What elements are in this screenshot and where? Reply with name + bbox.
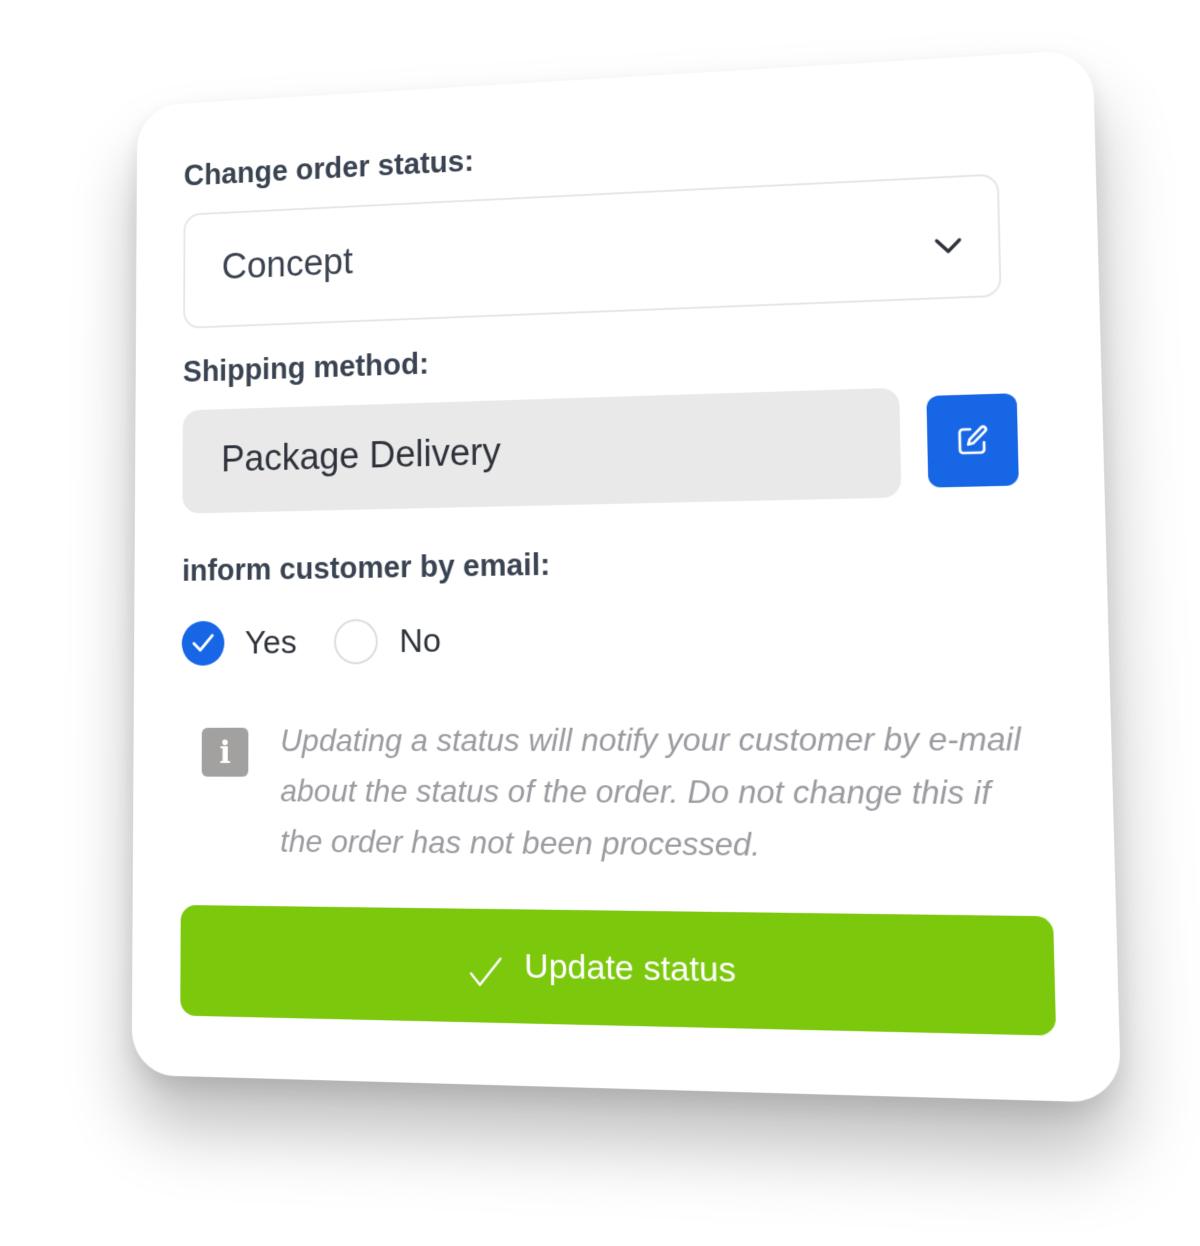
info-text: Updating a status will notify your custo… — [280, 720, 1022, 863]
shipping-method-field: Package Delivery — [182, 387, 902, 514]
order-status-value: Concept — [221, 241, 353, 288]
update-status-button[interactable]: Update status — [180, 904, 1057, 1036]
update-status-label: Update status — [524, 946, 737, 990]
radio-yes-label: Yes — [244, 623, 297, 661]
radio-no-label: No — [399, 621, 442, 660]
inform-customer-label: inform customer by email: — [182, 546, 551, 588]
checkmark-icon — [469, 956, 503, 987]
edit-icon — [953, 422, 992, 460]
info-notice: i Updating a status will notify your cus… — [181, 713, 1059, 874]
info-icon: i — [201, 727, 249, 777]
shipping-label: Shipping method: — [182, 346, 429, 389]
inform-radio-group: Yes No — [181, 610, 1053, 666]
stage: Change order status: Concept Shipping me… — [0, 0, 1200, 1246]
radio-no[interactable] — [334, 618, 379, 665]
chevron-down-icon — [933, 236, 963, 257]
radio-yes[interactable] — [181, 620, 225, 666]
checkmark-icon — [191, 633, 215, 655]
shipping-method-value: Package Delivery — [221, 431, 501, 481]
shipping-row: Package Delivery — [182, 383, 1049, 514]
edit-shipping-button[interactable] — [926, 393, 1019, 488]
order-status-card: Change order status: Concept Shipping me… — [131, 49, 1122, 1103]
order-status-select[interactable]: Concept — [183, 173, 1002, 329]
